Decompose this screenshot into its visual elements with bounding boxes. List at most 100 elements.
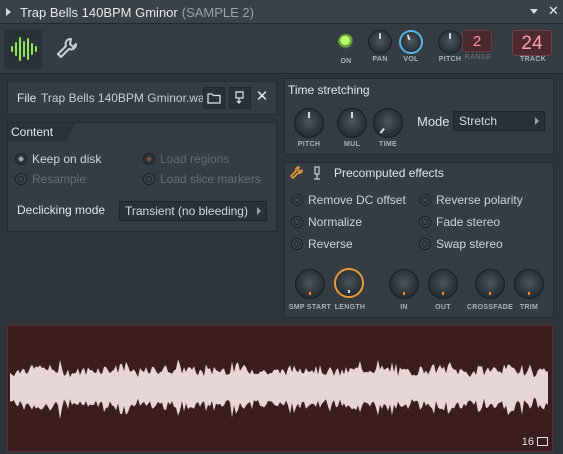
mic-icon[interactable] — [312, 166, 322, 180]
radio-off-icon — [143, 173, 155, 185]
waveform-graphic — [10, 359, 548, 420]
waveform-view-button[interactable] — [4, 29, 42, 69]
on-led-icon — [338, 34, 354, 50]
load-regions-label: Load regions — [160, 152, 230, 166]
locate-icon — [235, 91, 244, 104]
toolbar: ON PAN VOL PITCH 2 RANGE 24 TRACK — [0, 24, 563, 74]
pitch-knob[interactable]: PITCH — [436, 30, 464, 63]
waveform-display[interactable]: 16 — [7, 325, 553, 452]
pitch-label: PITCH — [438, 56, 462, 63]
chevron-down-icon — [530, 9, 538, 14]
precomputed-effects-title: Precomputed effects — [334, 166, 444, 180]
content-section-title: Content — [8, 123, 77, 141]
pitch-knob-dial[interactable] — [438, 30, 462, 54]
waveform-count: 16 — [521, 436, 534, 448]
wrench-icon — [290, 166, 303, 179]
crossfade-knob[interactable] — [475, 269, 505, 299]
precomputed-wrench-button[interactable] — [288, 165, 304, 181]
load-slice-markers-radio[interactable]: Load slice markers — [143, 172, 261, 186]
mode-value: Stretch — [459, 114, 498, 128]
time-stretching-panel: Time stretching PITCH MUL TIME Mode Stre… — [284, 78, 554, 155]
track-control[interactable]: 24 TRACK — [512, 30, 554, 63]
swap-stereo-checkbox[interactable]: Swap stereo — [419, 237, 503, 251]
radio-off-icon — [419, 238, 431, 250]
waveform-shape — [10, 359, 548, 420]
length-label: LENGTH — [334, 304, 366, 311]
load-regions-radio[interactable]: Load regions — [143, 152, 229, 166]
mode-select[interactable]: Stretch — [453, 111, 545, 131]
file-label: File — [17, 91, 37, 105]
radio-off-icon — [291, 216, 303, 228]
vol-label: VOL — [403, 56, 419, 63]
declicking-mode-select[interactable]: Transient (no bleeding) — [119, 201, 267, 221]
on-toggle[interactable]: ON — [333, 30, 359, 65]
open-folder-button[interactable] — [203, 87, 225, 109]
ts-pitch-knob[interactable] — [294, 108, 324, 138]
window-menu-arrow-icon[interactable] — [6, 8, 11, 16]
vol-knob[interactable]: VOL — [397, 30, 425, 63]
declicking-mode-label: Declicking mode — [17, 203, 106, 217]
out-label: OUT — [435, 304, 451, 311]
close-icon: ✕ — [255, 88, 269, 105]
window-title-text: Trap Bells 140BPM Gminor — [20, 5, 178, 20]
pan-knob[interactable]: PAN — [366, 30, 394, 63]
out-knob[interactable] — [428, 269, 458, 299]
track-label: TRACK — [520, 56, 546, 63]
ts-mul-knob[interactable] — [337, 108, 367, 138]
track-value[interactable]: 24 — [512, 30, 552, 56]
clear-file-button[interactable]: ✕ — [251, 87, 273, 109]
settings-wrench-button[interactable] — [52, 34, 80, 62]
waveform-fit-icon[interactable] — [537, 437, 548, 446]
swap-stereo-label: Swap stereo — [436, 237, 503, 251]
on-label: ON — [340, 58, 352, 65]
locate-file-button[interactable] — [229, 87, 251, 109]
vol-knob-dial[interactable] — [399, 30, 423, 54]
keep-on-disk-radio[interactable]: Keep on disk — [15, 152, 101, 166]
reverse-label: Reverse — [308, 237, 353, 251]
resample-radio[interactable]: Resample — [15, 172, 86, 186]
chevron-right-icon — [535, 117, 539, 125]
window-subtitle: (SAMPLE 2) — [181, 5, 254, 20]
ts-time-label: TIME — [379, 141, 397, 148]
file-name: Trap Bells 140BPM Gminor.wav — [41, 91, 211, 105]
pan-knob-dial[interactable] — [368, 30, 392, 54]
radio-on-icon — [143, 153, 155, 165]
in-knob[interactable] — [389, 269, 419, 299]
chevron-right-icon — [257, 207, 261, 215]
ts-time-knob[interactable] — [373, 108, 403, 138]
range-control[interactable]: 2 RANGE — [462, 30, 494, 61]
radio-off-icon — [291, 238, 303, 250]
range-label: RANGE — [464, 54, 492, 61]
declicking-mode-value: Transient (no bleeding) — [125, 204, 248, 218]
pan-label: PAN — [372, 56, 388, 63]
title-bar: Trap Bells 140BPM Gminor (SAMPLE 2) ✕ — [0, 0, 563, 24]
wrench-icon — [57, 38, 77, 58]
window-title: Trap Bells 140BPM Gminor (SAMPLE 2) — [20, 5, 254, 20]
fade-stereo-label: Fade stereo — [436, 215, 501, 229]
resample-label: Resample — [32, 172, 87, 186]
close-button[interactable]: ✕ — [548, 4, 559, 17]
remove-dc-offset-checkbox[interactable]: Remove DC offset — [291, 193, 406, 207]
trim-label: TRIM — [519, 304, 539, 311]
fade-stereo-checkbox[interactable]: Fade stereo — [419, 215, 500, 229]
smp-start-knob[interactable] — [295, 269, 325, 299]
range-value[interactable]: 2 — [462, 30, 492, 52]
normalize-checkbox[interactable]: Normalize — [291, 215, 362, 229]
waveform-icon — [11, 37, 37, 61]
reverse-polarity-label: Reverse polarity — [436, 193, 523, 207]
reverse-checkbox[interactable]: Reverse — [291, 237, 353, 251]
radio-off-icon — [291, 194, 303, 206]
normalize-label: Normalize — [308, 215, 363, 229]
mode-label: Mode — [417, 114, 450, 129]
folder-icon — [207, 93, 221, 104]
reverse-polarity-checkbox[interactable]: Reverse polarity — [419, 193, 523, 207]
radio-off-icon — [419, 216, 431, 228]
precomputed-header: Precomputed effects — [285, 163, 553, 183]
window-dropdown-button[interactable] — [530, 5, 540, 17]
precomputed-effects-panel: Precomputed effects Remove DC offset Nor… — [284, 162, 554, 318]
length-knob[interactable] — [334, 268, 364, 298]
remove-dc-offset-label: Remove DC offset — [308, 193, 406, 207]
load-slice-markers-label: Load slice markers — [160, 172, 261, 186]
file-panel: File Trap Bells 140BPM Gminor.wav ✕ — [7, 81, 277, 115]
trim-knob[interactable] — [514, 269, 544, 299]
